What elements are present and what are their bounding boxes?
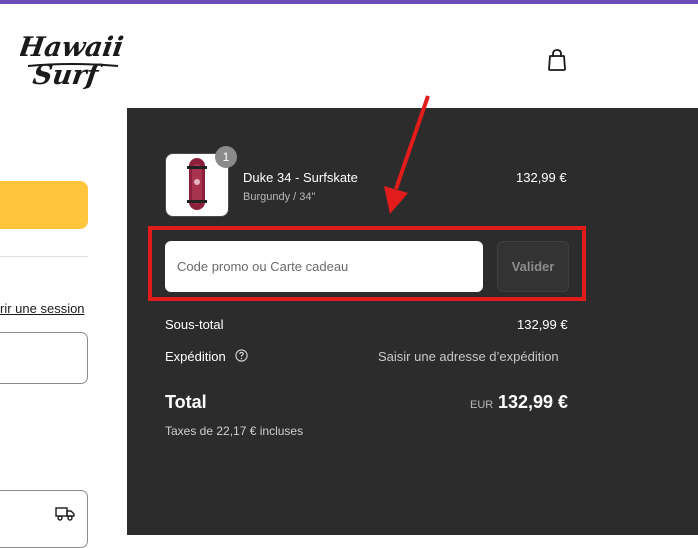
hawaii-surf-logo[interactable]: Hawaii Surf bbox=[20, 26, 132, 92]
total-label: Total bbox=[165, 392, 207, 412]
tax-note: Taxes de 22,17 € incluses bbox=[165, 424, 304, 438]
quantity-badge: 1 bbox=[215, 146, 237, 168]
annotation-arrow-icon bbox=[384, 95, 430, 214]
shipping-value: Saisir une adresse d’expédition bbox=[378, 349, 559, 364]
logo-word-hawaii: Hawaii bbox=[20, 32, 125, 63]
subtotal-label: Sous-total bbox=[165, 317, 224, 332]
express-pay-button[interactable] bbox=[0, 181, 88, 229]
product-price: 132,99 € bbox=[516, 170, 567, 185]
total-amount: 132,99 € bbox=[498, 392, 569, 412]
annotation-highlight-box bbox=[148, 226, 586, 301]
shipping-label: Expédition bbox=[165, 349, 226, 364]
sign-in-link[interactable]: rir une session bbox=[0, 301, 85, 316]
checkout-form-panel: rir une session bbox=[0, 108, 127, 548]
currency-code: EUR bbox=[470, 399, 494, 411]
product-variant: Burgundy / 34" bbox=[243, 191, 316, 203]
site-header: Hawaii Surf bbox=[0, 4, 698, 108]
shopping-bag-icon[interactable] bbox=[546, 48, 568, 72]
divider bbox=[0, 256, 88, 257]
order-summary-panel: 1 Duke 34 - Surfskate Burgundy / 34" 132… bbox=[127, 95, 698, 535]
product-name: Duke 34 - Surfskate bbox=[243, 170, 358, 185]
help-circle-icon[interactable] bbox=[235, 349, 248, 362]
subtotal-value: 132,99 € bbox=[517, 317, 568, 332]
truck-icon bbox=[55, 507, 75, 521]
email-field[interactable] bbox=[0, 332, 88, 384]
